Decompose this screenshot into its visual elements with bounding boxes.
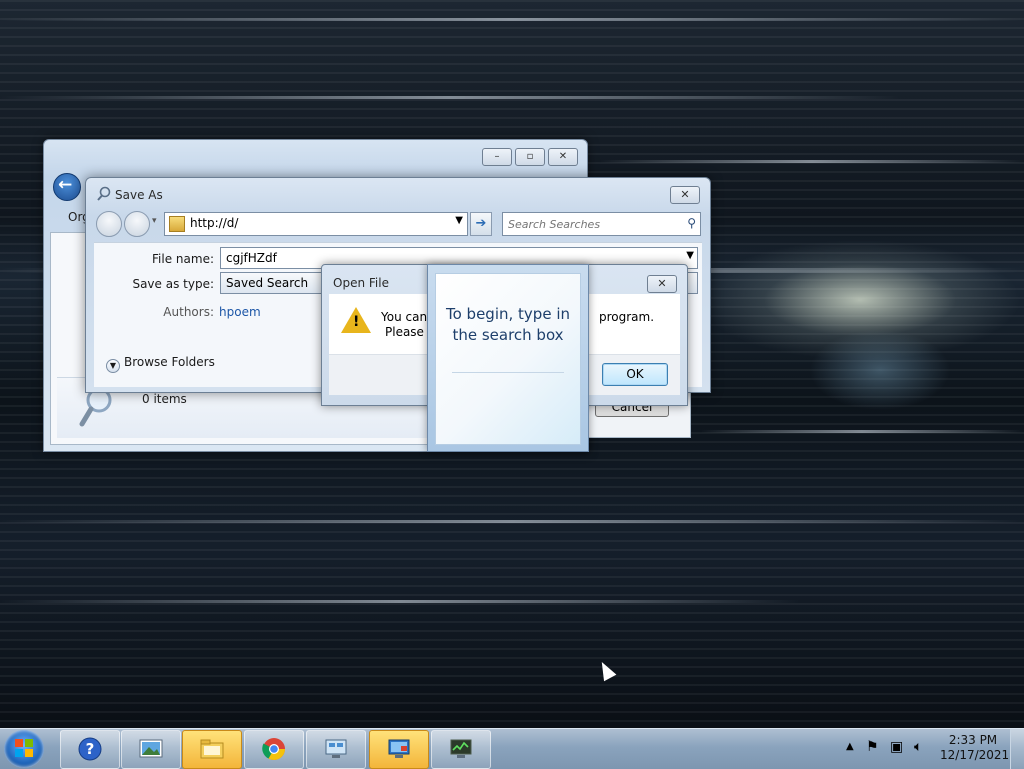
ok-button[interactable]: OK bbox=[602, 363, 668, 386]
light-streak bbox=[600, 160, 1024, 163]
taskbar-chrome-button[interactable] bbox=[244, 730, 304, 769]
clock-date: 12/17/2021 bbox=[940, 748, 1010, 762]
address-bar[interactable]: http://d/ ▼ bbox=[164, 212, 468, 236]
browse-folders-label: Browse Folders bbox=[124, 355, 215, 369]
go-arrow-button[interactable]: ➔ bbox=[470, 212, 492, 236]
system-monitor-icon bbox=[450, 739, 472, 758]
address-value: http://d/ bbox=[190, 216, 239, 230]
file-name-value: cgjfHZdf bbox=[226, 251, 277, 265]
display-settings-icon bbox=[388, 739, 410, 758]
show-desktop-button[interactable] bbox=[1010, 729, 1024, 769]
chrome-icon bbox=[262, 738, 285, 760]
chevron-down-icon[interactable]: ▼ bbox=[455, 215, 463, 226]
light-streak bbox=[0, 600, 800, 603]
windows-logo-icon bbox=[15, 739, 33, 757]
browse-folders-toggle[interactable]: ▼ Browse Folders bbox=[106, 355, 215, 373]
taskbar-remote-desktop-button[interactable] bbox=[306, 730, 366, 769]
maximize-button[interactable]: ▫ bbox=[515, 148, 545, 166]
taskbar-explorer-button[interactable] bbox=[182, 730, 242, 769]
svg-text:?: ? bbox=[86, 740, 95, 758]
folder-icon bbox=[169, 216, 185, 232]
clock-time: 2:33 PM bbox=[948, 733, 998, 747]
light-streak bbox=[0, 96, 900, 99]
taskbar: ? ▲ ⚑ ▣ 🔈︎ 2:33 PM 12/17/2021 bbox=[0, 728, 1024, 769]
items-count: 0 items bbox=[142, 392, 187, 406]
dialog-title: Save As bbox=[115, 188, 163, 202]
close-button[interactable]: ✕ bbox=[670, 186, 700, 204]
message-line-1: You can' bbox=[381, 310, 431, 324]
dialog-title: Open File bbox=[333, 276, 389, 290]
pictures-icon bbox=[139, 739, 163, 758]
back-button[interactable] bbox=[96, 211, 122, 237]
light-streak bbox=[0, 18, 1024, 21]
close-button[interactable]: ✕ bbox=[548, 148, 578, 166]
light-streak bbox=[700, 430, 1024, 433]
taskbar-pictures-button[interactable] bbox=[121, 730, 181, 769]
search-icon[interactable]: ⚲ bbox=[687, 216, 696, 230]
network-icon[interactable]: ▣ bbox=[890, 739, 903, 755]
search-input[interactable] bbox=[506, 215, 680, 233]
taskbar-display-button[interactable] bbox=[369, 730, 429, 769]
system-clock[interactable]: 2:33 PM 12/17/2021 bbox=[940, 733, 1010, 763]
authors-label: Authors: bbox=[163, 305, 214, 319]
save-type-value: Saved Search bbox=[226, 276, 309, 290]
back-arrow-icon[interactable] bbox=[53, 173, 81, 201]
authors-link[interactable]: hpoem bbox=[219, 305, 261, 319]
chevron-down-icon[interactable]: ▼ bbox=[686, 250, 694, 261]
file-name-label: File name: bbox=[152, 252, 214, 266]
search-box[interactable]: ⚲ bbox=[502, 212, 701, 236]
window-caption-buttons: – ▫ ✕ bbox=[482, 148, 578, 166]
warning-mark: ! bbox=[353, 314, 360, 330]
recent-pages-chevron-icon[interactable]: ▾ bbox=[152, 216, 157, 226]
taskbar-help-button[interactable]: ? bbox=[60, 730, 120, 769]
message-line-1-end: program. bbox=[599, 310, 655, 324]
chevron-down-icon: ▼ bbox=[106, 359, 120, 373]
remote-desktop-icon bbox=[325, 739, 347, 758]
volume-muted-icon[interactable]: 🔈︎ bbox=[914, 739, 922, 755]
light-streak bbox=[0, 520, 1024, 523]
explorer-folder-icon bbox=[200, 739, 224, 759]
search-tip-panel: To begin, type in the search box bbox=[427, 264, 589, 452]
close-button[interactable]: ✕ bbox=[647, 275, 677, 293]
show-hidden-icons-arrow[interactable]: ▲ bbox=[846, 741, 854, 752]
action-center-flag-icon[interactable]: ⚑ bbox=[866, 739, 879, 755]
save-type-label: Save as type: bbox=[132, 277, 214, 291]
divider bbox=[452, 372, 564, 373]
taskbar-monitor-button[interactable] bbox=[431, 730, 491, 769]
forward-button[interactable] bbox=[124, 211, 150, 237]
search-tip-inner: To begin, type in the search box bbox=[435, 273, 581, 445]
search-icon bbox=[97, 186, 111, 201]
start-button[interactable] bbox=[4, 730, 44, 768]
help-icon: ? bbox=[78, 737, 102, 761]
search-tip-text: To begin, type in the search box bbox=[446, 305, 570, 344]
minimize-button[interactable]: – bbox=[482, 148, 512, 166]
